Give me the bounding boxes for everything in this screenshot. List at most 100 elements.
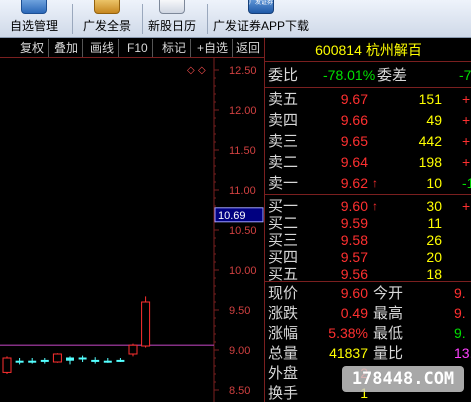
ask-change: + bbox=[462, 112, 471, 128]
toolbar-separator bbox=[72, 4, 73, 34]
panorama-label: 广发全景 bbox=[82, 19, 131, 33]
stat-label-2: 量比 bbox=[373, 345, 404, 362]
stat-label: 涨跌 bbox=[268, 305, 299, 322]
tab-fuquan[interactable]: 复权 bbox=[16, 39, 50, 57]
candle-body bbox=[103, 360, 112, 363]
stat-label-2: 今开 bbox=[373, 285, 404, 302]
candle-body bbox=[28, 360, 37, 363]
watchlist-icon bbox=[21, 0, 47, 14]
candle-body bbox=[66, 357, 74, 361]
app-download-icon: 广发证券 bbox=[248, 0, 274, 14]
stock-name: 杭州解百 bbox=[365, 42, 422, 58]
stat-label: 换手 bbox=[268, 385, 299, 402]
stock-title: 600814 杭州解百 bbox=[265, 38, 471, 62]
stat-label: 现价 bbox=[268, 285, 299, 302]
ask-level-label: 卖二 bbox=[268, 154, 299, 171]
divider bbox=[265, 87, 471, 88]
toolbar-separator bbox=[207, 4, 208, 34]
stat-label-2: 最低 bbox=[373, 325, 404, 342]
candle-body bbox=[52, 353, 62, 363]
candle-body bbox=[15, 360, 24, 363]
y-tick-label: 12.00 bbox=[229, 105, 257, 117]
ask-level-label: 卖三 bbox=[268, 133, 299, 150]
ask-change: + bbox=[462, 133, 471, 149]
ask-volume: 151 bbox=[418, 91, 442, 107]
kline-chart[interactable]: 12.50 12.00 11.50 11.00 10.50 10.00 9.50 9.00 8.… bbox=[0, 58, 264, 402]
watchlist-label: 自选管理 bbox=[9, 19, 58, 33]
marker-diamond-icon: ◇ bbox=[198, 65, 206, 76]
tab-f10[interactable]: F10 bbox=[123, 39, 153, 57]
ask-volume: 49 bbox=[426, 112, 442, 128]
y-tick-label: 11.50 bbox=[229, 145, 256, 157]
y-tick-label: 10.50 bbox=[229, 225, 257, 237]
stat-row: 涨跌 0.49 最高 9. bbox=[265, 303, 471, 324]
y-tick-label: 9.00 bbox=[229, 345, 250, 357]
stat-value-2: 9. bbox=[454, 285, 466, 301]
stat-label: 涨幅 bbox=[268, 325, 299, 342]
ask-volume: 198 bbox=[418, 154, 442, 170]
ask-price: 9.65 bbox=[340, 133, 368, 149]
main-toolbar: 自选管理 广发全景 新股日历 广发证券 广发证券APP下载 bbox=[0, 0, 471, 38]
calendar-icon bbox=[159, 0, 185, 14]
tab-mark[interactable]: 标记 bbox=[158, 39, 192, 57]
ask-price: 9.62 bbox=[340, 175, 368, 191]
divider bbox=[265, 281, 471, 282]
kline-chart-svg: 12.50 12.00 11.50 11.00 10.50 10.00 9.50 9.00 8.… bbox=[0, 58, 264, 402]
stat-value: 0.49 bbox=[340, 305, 368, 321]
site-watermark: 178448.COM bbox=[342, 366, 464, 392]
candle-body bbox=[2, 357, 12, 373]
candle-body bbox=[116, 359, 125, 362]
divider bbox=[265, 194, 471, 195]
app-icon-text: 广发证券 bbox=[249, 0, 274, 6]
ask-price: 9.66 bbox=[340, 112, 368, 128]
ipo-calendar-label: 新股日历 bbox=[147, 19, 196, 33]
stat-label: 外盘 bbox=[268, 365, 299, 382]
candle-body bbox=[78, 357, 87, 360]
ask-change: -1 bbox=[462, 175, 471, 191]
y-tick-label: 9.50 bbox=[229, 305, 250, 317]
toolbar-separator bbox=[142, 4, 143, 34]
watchlist-button[interactable]: 自选管理 bbox=[0, 0, 68, 38]
app-download-label: 广发证券APP下载 bbox=[213, 19, 310, 33]
ask-volume: 10 bbox=[426, 175, 442, 191]
weibi-row: 委比 -78.01% 委差 -7 bbox=[265, 65, 471, 86]
ask-level-label: 卖五 bbox=[268, 91, 299, 108]
ask-level-label: 卖一 bbox=[268, 175, 299, 192]
ask-row: 卖一 9.62 ↑ 10 -1 bbox=[265, 173, 471, 194]
y-tick-label: 11.00 bbox=[229, 185, 256, 197]
stat-value-2: 9. bbox=[454, 325, 466, 341]
candle-body bbox=[128, 344, 138, 355]
ask-level-label: 卖四 bbox=[268, 112, 299, 129]
y-tick-label: 8.50 bbox=[229, 385, 250, 397]
ask-volume: 442 bbox=[418, 133, 442, 149]
stat-value: 9.60 bbox=[340, 285, 368, 301]
cursor-price-label: 10.69 bbox=[218, 210, 246, 222]
ask-change: + bbox=[462, 154, 471, 170]
candle-body bbox=[40, 359, 49, 362]
stat-label: 总量 bbox=[268, 345, 299, 362]
tab-overlay[interactable]: 叠加 bbox=[50, 39, 84, 57]
stat-row: 总量 41837 量比 13. bbox=[265, 343, 471, 364]
ipo-calendar-button[interactable]: 新股日历 bbox=[145, 0, 199, 38]
stat-value: 41837 bbox=[329, 345, 368, 361]
quote-panel: 600814 杭州解百 委比 -78.01% 委差 -7 卖五 9.67 151 + 卖四… bbox=[264, 38, 471, 402]
app-download-button[interactable]: 广发证券 广发证券APP下载 bbox=[213, 0, 309, 38]
stat-value: 5.38% bbox=[328, 325, 368, 341]
candle-body bbox=[91, 359, 100, 362]
chart-toolbar: 复权 叠加 画线 F10 标记 +自选 返回 bbox=[0, 38, 264, 58]
tab-add-watchlist[interactable]: +自选 bbox=[193, 39, 234, 57]
weicha-label: 委差 bbox=[377, 67, 408, 84]
ask-row: 卖二 9.64 198 + bbox=[265, 152, 471, 173]
weibi-label: 委比 bbox=[268, 67, 299, 84]
weibi-value: -78.01% bbox=[323, 67, 376, 83]
tab-back[interactable]: 返回 bbox=[232, 39, 264, 57]
stat-label-2: 最高 bbox=[373, 305, 404, 322]
panorama-button[interactable]: 广发全景 bbox=[76, 0, 138, 38]
stat-value-2: 9. bbox=[454, 305, 466, 321]
up-arrow-icon: ↑ bbox=[372, 176, 378, 190]
stat-row: 涨幅 5.38% 最低 9. bbox=[265, 323, 471, 344]
y-tick-label: 10.00 bbox=[229, 265, 257, 277]
marker-diamond-icon: ◇ bbox=[187, 65, 195, 76]
tab-draw-line[interactable]: 画线 bbox=[86, 39, 120, 57]
panorama-icon bbox=[94, 0, 120, 14]
